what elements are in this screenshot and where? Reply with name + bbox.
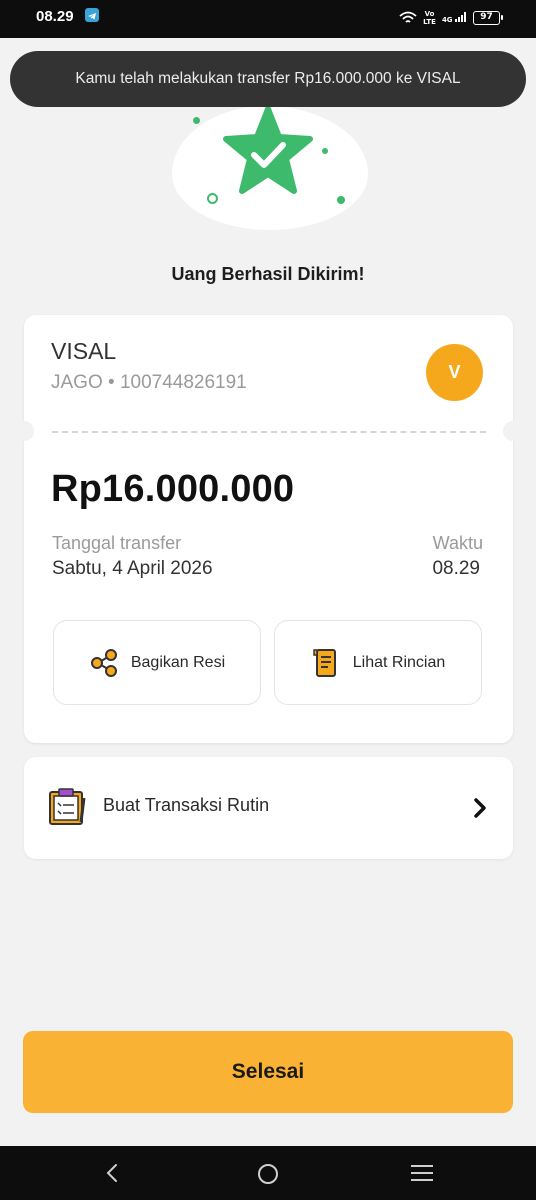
card-notch [503, 421, 523, 441]
transfer-amount: Rp16.000.000 [51, 468, 295, 510]
date-label: Tanggal transfer [52, 533, 182, 553]
card-notch [14, 421, 34, 441]
transfer-success-screen: 08.29 Vo LTE 4G 97 Kamu telah melakukan … [0, 0, 536, 1200]
success-illustration [160, 100, 376, 240]
view-details-button[interactable]: Lihat Rincian [274, 620, 482, 705]
volte-bottom-text: LTE [423, 18, 436, 26]
decor-dot [193, 117, 200, 124]
system-navigation-bar [0, 1146, 536, 1200]
home-icon[interactable] [256, 1162, 280, 1186]
finish-button[interactable]: Selesai [23, 1031, 513, 1113]
receipt-icon [313, 648, 336, 677]
decor-ring [207, 193, 218, 204]
wifi-icon [399, 11, 417, 25]
network-type: 4G [442, 12, 467, 24]
decor-dot [322, 148, 328, 154]
chevron-right-icon [474, 798, 486, 818]
battery-icon: 97 [473, 11, 503, 25]
avatar-initial: V [448, 362, 461, 382]
back-icon[interactable] [100, 1161, 124, 1185]
success-title: Uang Berhasil Dikirim! [171, 264, 365, 284]
status-time: 08.29 [36, 8, 74, 25]
status-bar: 08.29 Vo LTE 4G 97 [0, 0, 536, 38]
battery-level: 97 [480, 12, 493, 22]
view-details-label: Lihat Rincian [352, 653, 446, 671]
clipboard-icon [49, 788, 86, 825]
share-receipt-button[interactable]: Bagikan Resi [53, 620, 261, 705]
signal-icon [455, 12, 466, 22]
menu-icon[interactable] [409, 1163, 435, 1183]
date-value: Sabtu, 4 April 2026 [52, 558, 213, 579]
recipient-name: VISAL [51, 338, 117, 364]
toast-message: Kamu telah melakukan transfer Rp16.000.0… [75, 70, 461, 87]
recipient-avatar: V [426, 344, 483, 401]
time-value: 08.29 [432, 558, 480, 579]
volte-indicator: Vo LTE [423, 10, 436, 26]
volte-top-text: Vo [424, 10, 435, 18]
recipient-account: JAGO • 100744826191 [51, 372, 247, 393]
transfer-toast: Kamu telah melakukan transfer Rp16.000.0… [10, 51, 526, 107]
telegram-icon [85, 8, 99, 22]
share-receipt-label: Bagikan Resi [130, 653, 226, 671]
network-type-text: 4G [441, 16, 453, 24]
recurring-transaction-label: Buat Transaksi Rutin [103, 795, 270, 815]
share-icon [90, 648, 117, 677]
recurring-transaction-row[interactable]: Buat Transaksi Rutin [24, 757, 513, 859]
dashed-divider [52, 431, 486, 433]
decor-dot [337, 196, 345, 204]
success-star-check-icon [223, 106, 313, 194]
time-label: Waktu [432, 533, 483, 553]
